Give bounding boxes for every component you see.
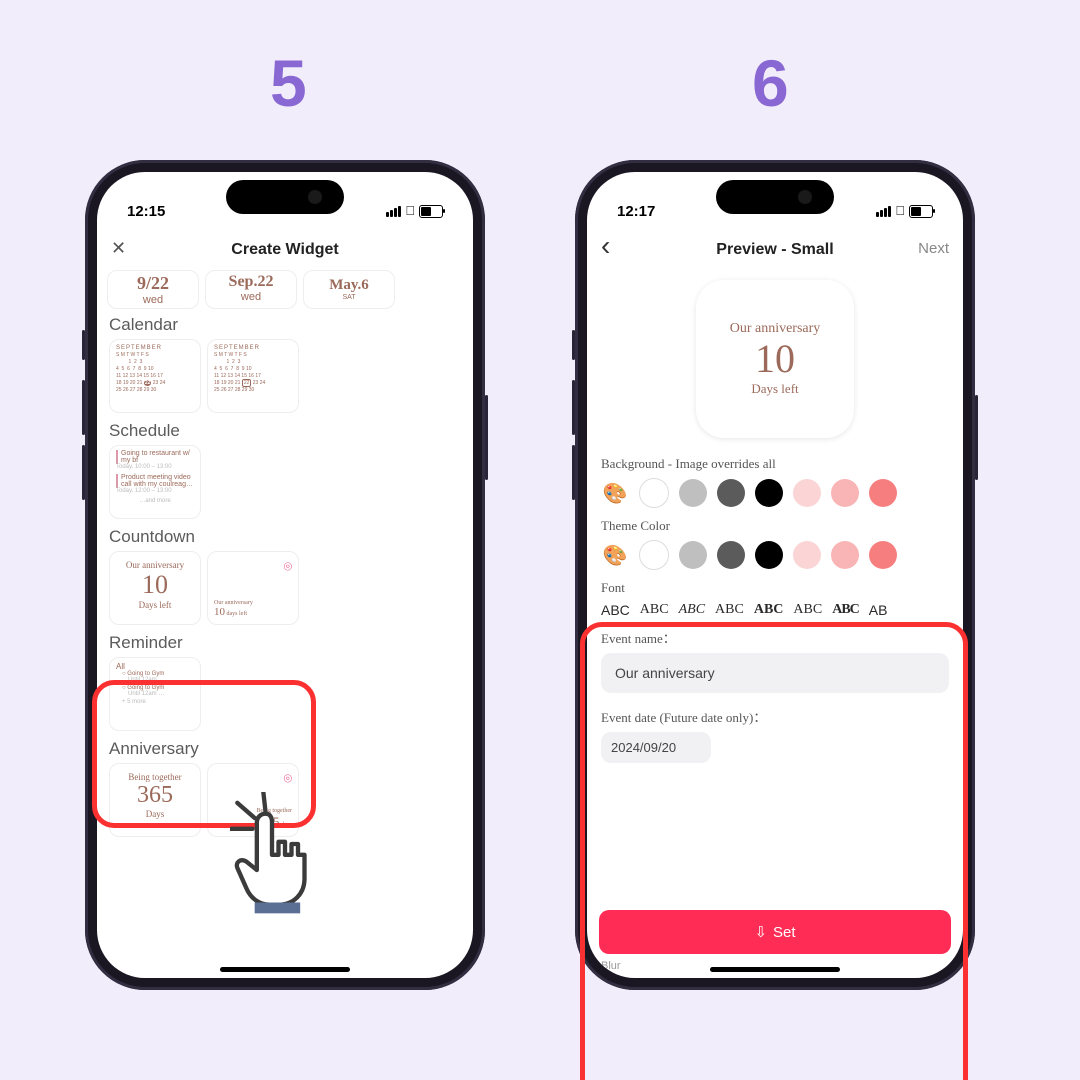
date-tile[interactable]: May.6 SAT bbox=[303, 270, 395, 309]
notch bbox=[716, 180, 834, 214]
reminder-tile[interactable]: All ○ Going to Gym Until 12am … ○ Going … bbox=[109, 657, 201, 731]
notch bbox=[226, 180, 344, 214]
date-tile[interactable]: 9/22 wed bbox=[107, 270, 199, 309]
font-option[interactable]: ABC bbox=[601, 602, 630, 618]
status-time: 12:17 bbox=[617, 203, 655, 220]
font-option[interactable]: AB bbox=[869, 602, 888, 618]
phone-frame-6: 12:17 􀙇 ‹ Preview - Small Next Our anniv… bbox=[575, 160, 975, 990]
countdown-tile-alt[interactable]: ⌾ Our anniversary 10 days left bbox=[207, 551, 299, 625]
set-button[interactable]: ⇩ Set bbox=[599, 910, 951, 954]
section-countdown: Countdown bbox=[109, 527, 461, 547]
wifi-icon: 􀙇 bbox=[405, 203, 415, 218]
color-swatch[interactable] bbox=[869, 541, 897, 569]
wifi-icon: 􀙇 bbox=[895, 203, 905, 218]
home-indicator[interactable] bbox=[220, 967, 350, 972]
color-swatch[interactable] bbox=[717, 479, 745, 507]
label-event-date: Event date (Future date only)： bbox=[601, 707, 949, 726]
color-swatch[interactable] bbox=[831, 479, 859, 507]
color-swatch[interactable] bbox=[755, 541, 783, 569]
font-option[interactable]: ABC bbox=[640, 602, 669, 618]
page-title: Create Widget bbox=[231, 241, 338, 259]
anniversary-tile[interactable]: Being together 365 Days bbox=[109, 763, 201, 837]
event-name-input[interactable] bbox=[601, 653, 949, 693]
color-swatch[interactable] bbox=[831, 541, 859, 569]
close-button[interactable]: ✕ bbox=[111, 238, 126, 259]
label-event-name: Event name： bbox=[601, 628, 949, 647]
download-icon: ⇩ bbox=[754, 923, 767, 941]
calendar-tile[interactable]: SEPTEMBER S M T W T F S 1 2 3 4 5 6 7 8 … bbox=[109, 339, 201, 413]
event-date-input[interactable] bbox=[601, 732, 711, 763]
font-option[interactable]: ABC bbox=[679, 602, 705, 618]
theme-swatches: 🎨 bbox=[601, 540, 949, 570]
tap-hand-icon bbox=[230, 792, 340, 927]
calendar-tile[interactable]: SEPTEMBER S M T W T F S 1 2 3 4 5 6 7 8 … bbox=[207, 339, 299, 413]
signal-icon bbox=[386, 206, 401, 217]
widget-preview: Our anniversary 10 Days left bbox=[696, 280, 854, 438]
label-background: Background - Image overrides all bbox=[601, 456, 949, 472]
color-swatch[interactable] bbox=[717, 541, 745, 569]
palette-icon[interactable]: 🎨 bbox=[601, 541, 629, 569]
schedule-tile[interactable]: Going to restaurant w/ my bf Today, 10:0… bbox=[109, 445, 201, 519]
font-option[interactable]: ABC bbox=[754, 602, 784, 618]
countdown-tile[interactable]: Our anniversary 10 Days left bbox=[109, 551, 201, 625]
status-time: 12:15 bbox=[127, 203, 165, 220]
date-tile[interactable]: Sep.22 wed bbox=[205, 270, 297, 309]
background-swatches: 🎨 bbox=[601, 478, 949, 508]
color-swatch[interactable] bbox=[793, 541, 821, 569]
color-swatch[interactable] bbox=[679, 541, 707, 569]
font-option[interactable]: ABC bbox=[793, 602, 822, 618]
label-font: Font bbox=[601, 580, 949, 596]
section-anniversary: Anniversary bbox=[109, 739, 461, 759]
color-swatch[interactable] bbox=[679, 479, 707, 507]
next-button[interactable]: Next bbox=[918, 240, 949, 257]
badge-icon: ⌾ bbox=[284, 770, 292, 787]
signal-icon bbox=[876, 206, 891, 217]
color-swatch[interactable] bbox=[793, 479, 821, 507]
color-swatch[interactable] bbox=[639, 478, 669, 508]
page-title: Preview - Small bbox=[716, 241, 833, 259]
font-option[interactable]: ABC bbox=[715, 602, 744, 618]
section-schedule: Schedule bbox=[109, 421, 461, 441]
color-swatch[interactable] bbox=[639, 540, 669, 570]
blur-label: Blur bbox=[601, 960, 621, 972]
step-number-6: 6 bbox=[752, 45, 789, 121]
color-swatch[interactable] bbox=[755, 479, 783, 507]
section-reminder: Reminder bbox=[109, 633, 461, 653]
font-option[interactable]: ABC bbox=[832, 602, 859, 618]
palette-icon[interactable]: 🎨 bbox=[601, 479, 629, 507]
home-indicator[interactable] bbox=[710, 967, 840, 972]
font-options: ABC ABC ABC ABC ABC ABC ABC AB bbox=[601, 602, 949, 618]
color-swatch[interactable] bbox=[869, 479, 897, 507]
battery-icon bbox=[419, 205, 443, 218]
section-calendar: Calendar bbox=[109, 315, 461, 335]
step-number-5: 5 bbox=[270, 45, 307, 121]
label-theme: Theme Color bbox=[601, 518, 949, 534]
battery-icon bbox=[909, 205, 933, 218]
badge-icon: ⌾ bbox=[284, 558, 292, 575]
